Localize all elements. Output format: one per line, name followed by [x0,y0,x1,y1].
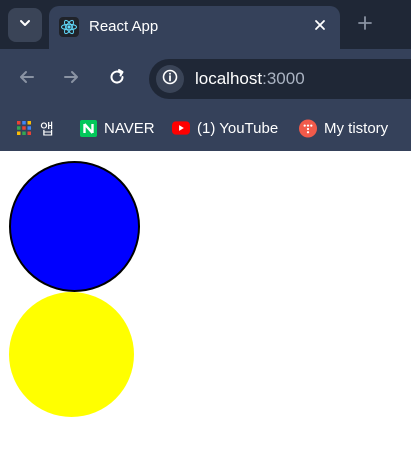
bookmark-naver[interactable]: NAVER [79,117,155,139]
reload-button[interactable] [102,64,132,94]
react-logo-icon [59,17,79,37]
bookmark-label: (1) YouTube [197,119,279,137]
arrow-left-icon [17,67,37,92]
blue-circle [9,161,140,292]
new-tab-button[interactable] [352,12,378,38]
apps-grid-icon [15,119,33,137]
tab-search-button[interactable] [8,8,42,42]
bookmark-apps[interactable]: 앱 [15,117,54,139]
tab-strip: React App [0,0,411,49]
bookmarks-bar: 앱 NAVER (1) YouTube My tistory [0,109,411,151]
forward-button[interactable] [56,64,86,94]
address-bar[interactable]: localhost:3000 [149,59,411,99]
bookmark-youtube[interactable]: (1) YouTube [172,117,278,139]
close-icon [314,18,326,36]
url-port: :3000 [262,69,305,88]
plus-icon [357,15,373,36]
toolbar: localhost:3000 [0,49,411,109]
tab-react-app[interactable]: React App [49,6,340,49]
youtube-icon [172,119,190,137]
back-button[interactable] [12,64,42,94]
info-icon [162,69,178,90]
naver-icon [79,119,97,137]
yellow-circle [9,292,134,417]
site-info-button[interactable] [156,65,184,93]
arrow-right-icon [61,67,81,92]
page-content [0,151,411,458]
tistory-icon [299,119,317,137]
tab-close-button[interactable] [308,15,332,39]
bookmark-label: NAVER [104,119,155,137]
url-host: localhost [195,69,263,88]
bookmark-label: 앱 [40,120,54,138]
url-text[interactable]: localhost:3000 [195,69,305,89]
chevron-down-icon [18,16,32,35]
bookmark-label: My tistory [324,119,389,137]
browser-chrome: React App localhost:3000 앱 NAVER (1) You… [0,0,411,151]
reload-icon [107,67,127,92]
bookmark-tistory[interactable]: My tistory [299,117,388,139]
tab-title: React App [89,18,159,35]
